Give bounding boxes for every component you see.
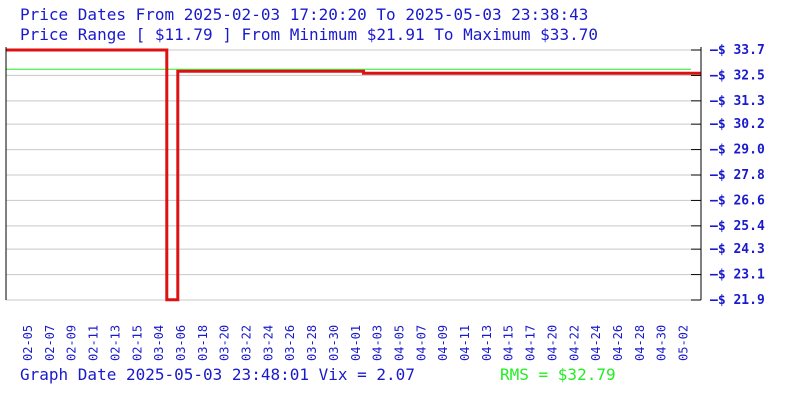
- price-chart: —$ 33.7 —$ 32.5 —$ 31.3 —$ 30.2 —$ 29.0 —$ 27…: [5, 43, 765, 361]
- x-tick-label: 02-07: [43, 325, 57, 361]
- x-tick-label: 03-28: [305, 325, 319, 361]
- rms-label: RMS = $32.79: [500, 365, 616, 384]
- x-tick-label: 03-06: [174, 325, 188, 361]
- y-tick-label: —$ 29.0: [710, 143, 765, 158]
- x-tick-label: 04-11: [458, 325, 472, 361]
- x-tick-label: 05-02: [677, 325, 691, 361]
- y-tick-label: —$ 24.3: [710, 242, 765, 257]
- x-tick-label: 02-15: [130, 325, 144, 361]
- y-tick-label: —$ 30.2: [710, 117, 765, 132]
- x-tick-label: 03-04: [152, 325, 166, 361]
- x-tick-label: 02-11: [87, 325, 101, 361]
- x-tick-label: 04-03: [371, 325, 385, 361]
- y-tick-label: —$ 21.9: [710, 293, 765, 308]
- x-tick-label: 03-26: [283, 325, 297, 361]
- graph-date-label: Graph Date 2025-05-03 23:48:01 Vix = 2.0…: [20, 365, 415, 384]
- x-tick-label: 02-13: [108, 325, 122, 361]
- y-tick-label: —$ 27.8: [710, 168, 765, 183]
- x-tick-label: 03-24: [261, 325, 275, 361]
- x-tick-label: 04-24: [589, 325, 603, 361]
- x-tick-label: 04-22: [567, 325, 581, 361]
- x-tick-label: 04-17: [524, 325, 538, 361]
- x-tick-label: 03-18: [196, 325, 210, 361]
- x-tick-label: 04-01: [349, 325, 363, 361]
- x-tick-label: 04-15: [502, 325, 516, 361]
- x-tick-label: 02-09: [65, 325, 79, 361]
- y-tick-label: —$ 33.7: [710, 43, 765, 58]
- x-tick-label: 04-07: [414, 325, 428, 361]
- x-tick-label: 04-30: [655, 325, 669, 361]
- y-tick-label: —$ 31.3: [710, 94, 765, 109]
- x-tick-label: 03-20: [218, 325, 232, 361]
- x-tick-label: 04-05: [392, 325, 406, 361]
- y-tick-label: —$ 23.1: [710, 268, 765, 283]
- y-tick-label: —$ 32.5: [710, 68, 765, 83]
- x-tick-label: 04-13: [480, 325, 494, 361]
- x-tick-label: 04-28: [633, 325, 647, 361]
- y-tick-label: —$ 25.4: [710, 219, 765, 234]
- axis-layer: [5, 47, 702, 301]
- x-tick-label: 04-20: [545, 325, 559, 361]
- x-tick-label: 03-30: [327, 325, 341, 361]
- y-tick-labels: —$ 33.7 —$ 32.5 —$ 31.3 —$ 30.2 —$ 29.0 —$ 27…: [710, 43, 765, 308]
- x-tick-label: 02-05: [21, 325, 35, 361]
- y-tick-label: —$ 26.6: [710, 193, 765, 208]
- grid-layer: [6, 49, 691, 301]
- x-tick-label: 03-22: [240, 325, 254, 361]
- x-tick-label: 04-09: [436, 325, 450, 361]
- x-tick-labels: 02-05 02-07 02-09 02-11 02-13 02-15 03-04 03-06…: [21, 325, 691, 361]
- x-tick-label: 04-26: [611, 325, 625, 361]
